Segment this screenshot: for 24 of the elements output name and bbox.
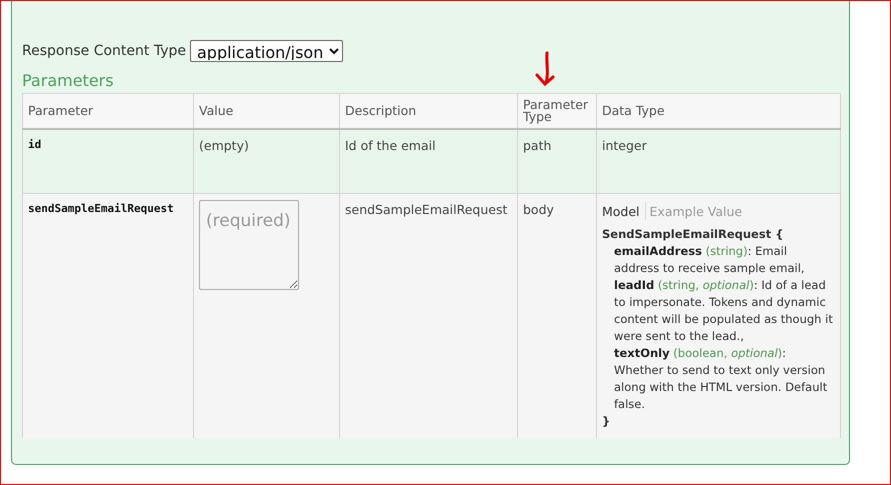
data-type-cell: integer xyxy=(596,129,840,194)
model-property: emailAddress (string): Email address to receive sample email, xyxy=(613,243,806,277)
parameter-type-cell: path xyxy=(518,129,596,194)
column-header: Parameter Type xyxy=(518,94,596,129)
model-property: textOnly (boolean, optional): Whether to send to text only version along with the HTML version. Default false. xyxy=(613,345,828,413)
column-header: Value xyxy=(194,94,340,129)
value-input[interactable]: (required) xyxy=(199,200,299,290)
content-type-select[interactable]: application/json xyxy=(190,40,343,62)
description-cell: sendSampleEmailRequest xyxy=(340,194,518,438)
model-property: leadId (string, optional): Id of a lead to impersonate. Tokens and dynamic content will be populated as though it were sent to the lead., xyxy=(613,277,834,345)
model-close-brace: } xyxy=(602,413,612,430)
model-tab[interactable]: Model xyxy=(602,202,645,220)
column-header: Parameter xyxy=(22,94,194,129)
parameters-heading: Parameters xyxy=(22,71,115,90)
response-content-type-label: Response Content Type xyxy=(22,43,186,59)
value-cell: (empty) xyxy=(194,129,340,194)
parameter-name: sendSampleEmailRequest xyxy=(22,194,194,438)
parameter-type-cell: body xyxy=(518,194,596,438)
annotation-arrow xyxy=(533,51,557,87)
column-header: Data Type xyxy=(596,94,840,129)
column-header: Description xyxy=(340,94,518,129)
description-cell: Id of the email xyxy=(340,129,518,194)
model-name: SendSampleEmailRequest { xyxy=(602,226,784,243)
parameter-name: id xyxy=(22,129,194,194)
